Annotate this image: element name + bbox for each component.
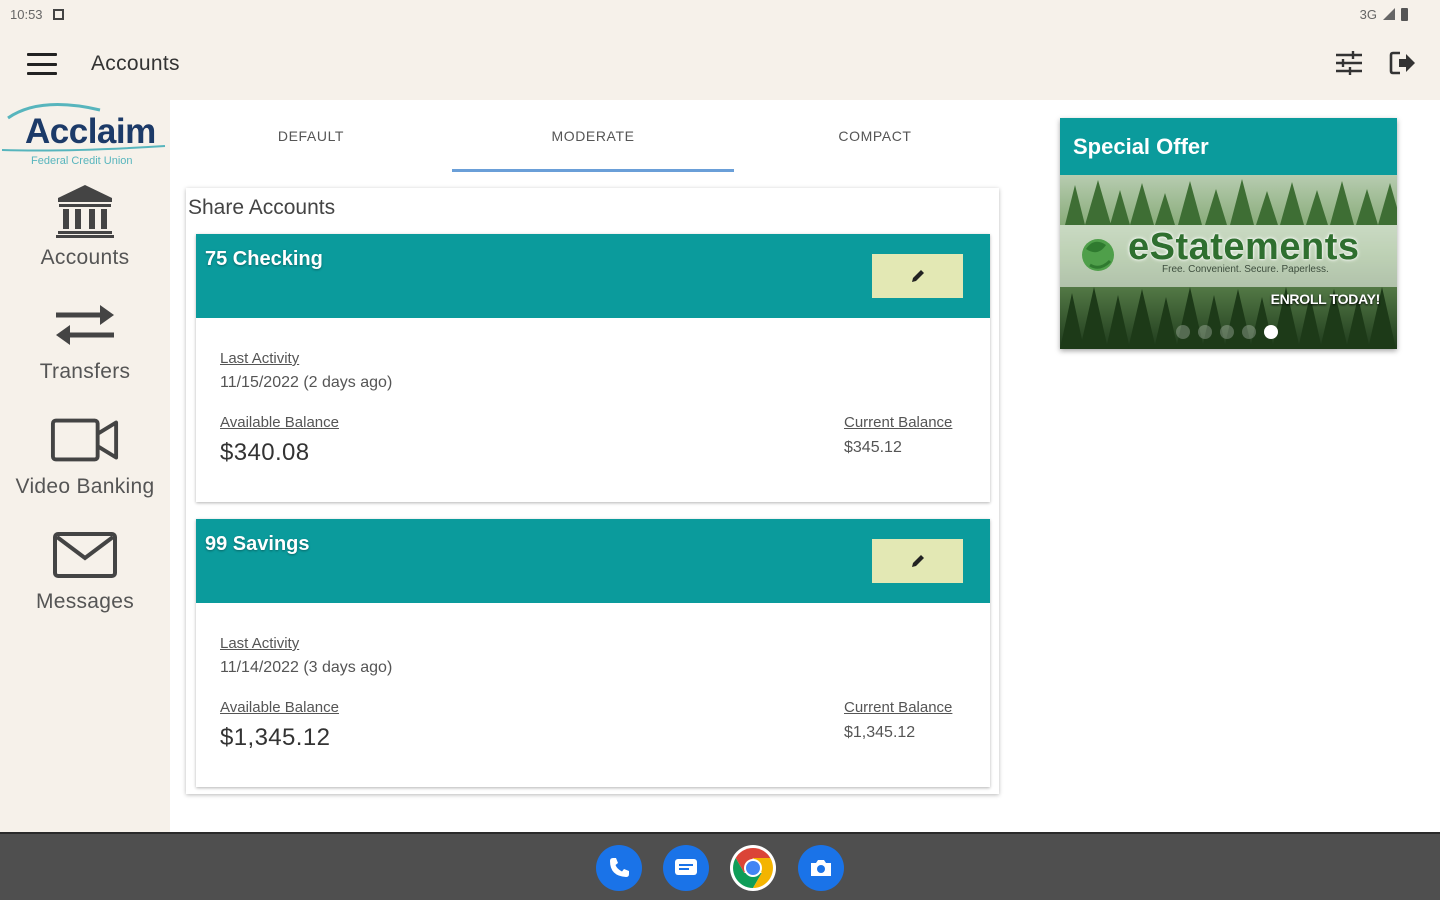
carousel-dot[interactable] [1176,325,1190,339]
edit-account-button[interactable] [872,539,963,583]
edit-account-button[interactable] [872,254,963,298]
account-card[interactable]: 99 Savings Last Activity 11/14/2022 (3 d… [196,519,990,787]
pencil-icon [911,270,924,282]
phone-app-button[interactable] [596,845,642,891]
available-balance-value: $1,345.12 [220,724,331,751]
account-name: 99 Savings [205,533,310,555]
messages-app-icon [675,859,697,875]
sidebar-item-label: Transfers [39,360,131,383]
last-activity-label[interactable]: Last Activity [220,635,299,652]
sidebar-item-video-banking[interactable]: Video Banking [0,411,170,511]
network-label: 3G [1359,6,1377,22]
last-activity-value: 11/14/2022 (3 days ago) [220,659,393,676]
tab-compact[interactable]: COMPACT [734,100,1016,172]
hamburger-menu-icon[interactable] [27,53,57,75]
available-balance-value: $340.08 [220,439,310,466]
special-offer-title: Special Offer [1073,134,1209,159]
status-time: 10:53 [10,6,43,22]
carousel-dot[interactable] [1220,325,1234,339]
video-camera-icon [50,418,119,462]
logout-icon[interactable] [1388,48,1418,78]
section-title: Share Accounts [188,196,336,219]
current-balance-value: $345.12 [844,439,902,456]
account-name: 75 Checking [205,248,323,270]
notification-icon [52,8,64,20]
page-title: Accounts [91,52,180,75]
estatements-brand: eStatements [1128,226,1360,268]
current-balance-label[interactable]: Current Balance [844,699,952,716]
filter-sliders-icon[interactable] [1334,48,1364,78]
tab-moderate[interactable]: MODERATE [452,100,734,172]
available-balance-label[interactable]: Available Balance [220,699,339,716]
acclaim-logo: Acclaim Federal Credit Union [0,100,170,170]
carousel-indicator [1176,325,1278,339]
transfer-arrows-icon [56,305,114,345]
battery-icon [1401,7,1408,21]
logo-name: Acclaim [25,112,156,151]
pencil-icon [911,555,924,567]
app-bar: Accounts [0,28,1440,100]
last-activity-value: 11/15/2022 (2 days ago) [220,374,393,391]
camera-app-button[interactable] [798,845,844,891]
carousel-dot[interactable] [1242,325,1256,339]
account-card-header: 99 Savings [196,519,990,603]
logo-subtitle: Federal Credit Union [31,155,133,167]
special-offer-card[interactable]: Special Offer eStatements Free. Convenie… [1060,118,1397,349]
view-mode-tabs: DEFAULT MODERATE COMPACT [170,100,1018,172]
share-accounts-panel: Share Accounts 75 Checking Last Activity… [186,188,999,794]
tab-default[interactable]: DEFAULT [170,100,452,172]
sidebar-item-messages[interactable]: Messages [0,526,170,626]
camera-icon [811,860,831,876]
bank-icon [56,185,114,238]
current-balance-label[interactable]: Current Balance [844,414,952,431]
system-taskbar [0,832,1440,900]
sidebar-item-label: Accounts [40,246,130,269]
current-balance-value: $1,345.12 [844,724,916,741]
account-card[interactable]: 75 Checking Last Activity 11/15/2022 (2 … [196,234,990,502]
envelope-icon [53,532,117,578]
sidebar-item-label: Video Banking [15,475,155,498]
last-activity-label[interactable]: Last Activity [220,350,299,367]
status-bar: 10:53 3G [0,0,1440,28]
phone-icon [610,858,629,877]
available-balance-label[interactable]: Available Balance [220,414,339,431]
sidebar-item-label: Messages [35,590,135,613]
messages-app-button[interactable] [663,845,709,891]
carousel-dot-active[interactable] [1264,325,1278,339]
chrome-icon [733,848,773,888]
offer-tagline: Free. Convenient. Secure. Paperless. [1162,264,1329,275]
account-card-header: 75 Checking [196,234,990,318]
sidebar-item-transfers[interactable]: Transfers [0,296,170,396]
chrome-app-button[interactable] [730,845,776,891]
sidebar-item-accounts[interactable]: Accounts [0,182,170,282]
sidebar: Acclaim Federal Credit Union Accounts Tr… [0,100,170,832]
enroll-cta[interactable]: ENROLL TODAY! [1271,291,1381,307]
signal-icon [1383,8,1395,20]
carousel-dot[interactable] [1198,325,1212,339]
